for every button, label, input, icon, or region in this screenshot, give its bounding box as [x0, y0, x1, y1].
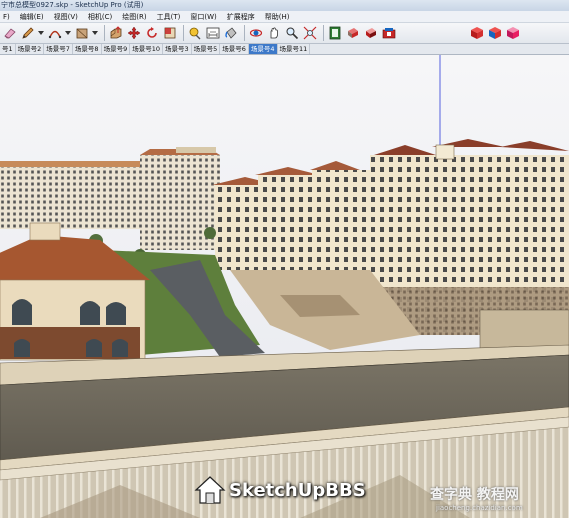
section-pink-icon[interactable] — [505, 26, 520, 41]
pencil-dropdown-icon[interactable] — [38, 26, 44, 41]
components-icon[interactable] — [327, 26, 342, 41]
shape-icon[interactable] — [74, 26, 89, 41]
tab-scene-10[interactable]: 场景号10 — [130, 44, 163, 54]
menu-file[interactable]: F) — [3, 11, 10, 23]
paint-bucket-icon[interactable] — [223, 26, 238, 41]
model-viewport[interactable] — [0, 55, 569, 518]
dimension-icon[interactable] — [205, 26, 220, 41]
rotate-icon[interactable] — [144, 26, 159, 41]
zoom-extents-icon[interactable] — [302, 26, 317, 41]
warehouse-icon[interactable] — [381, 26, 396, 41]
orbit-icon[interactable] — [248, 26, 263, 41]
tab-scene-6[interactable]: 场景号6 — [220, 44, 249, 54]
eraser-icon[interactable] — [2, 26, 17, 41]
watermark-site-url: jiaocheng.chazidian.com — [436, 504, 523, 512]
toolbar-separator — [323, 25, 324, 41]
toolbar-separator — [244, 25, 245, 41]
toolbar-separator — [183, 25, 184, 41]
model-render — [0, 55, 569, 518]
tab-scene-7[interactable]: 场景号7 — [44, 44, 73, 54]
tab-scene-1[interactable]: 号1 — [0, 44, 16, 54]
section-blue-icon[interactable] — [487, 26, 502, 41]
chazidian-watermark: 查字典 教程网 jiaocheng.chazidian.com — [430, 484, 560, 514]
menu-tools[interactable]: 工具(T) — [157, 11, 181, 23]
menu-extensions[interactable]: 扩展程序 — [227, 11, 255, 23]
styles-icon[interactable] — [363, 26, 378, 41]
tab-scene-11[interactable]: 场景号11 — [278, 44, 311, 54]
window-title: 宁市总模型0927.skp - SketchUp Pro (试用) — [1, 1, 144, 9]
watermark-site-name: 查字典 教程网 — [430, 487, 519, 503]
materials-icon[interactable] — [345, 26, 360, 41]
tape-measure-icon[interactable] — [187, 26, 202, 41]
pencil-icon[interactable] — [20, 26, 35, 41]
tab-scene-9[interactable]: 场景号9 — [102, 44, 131, 54]
pan-icon[interactable] — [266, 26, 281, 41]
shape-dropdown-icon[interactable] — [92, 26, 98, 41]
arc-dropdown-icon[interactable] — [65, 26, 71, 41]
window-title-bar: 宁市总模型0927.skp - SketchUp Pro (试用) — [0, 0, 569, 11]
tab-scene-2[interactable]: 场景号2 — [16, 44, 45, 54]
sketchupbbs-watermark: SketchUpBBS — [193, 472, 383, 508]
menu-window[interactable]: 窗口(W) — [190, 11, 216, 23]
watermark-text: SketchUpBBS — [229, 479, 366, 501]
menu-bar: F) 编辑(E) 视图(V) 相机(C) 绘图(R) 工具(T) 窗口(W) 扩… — [0, 11, 569, 23]
toolbar-separator — [104, 25, 105, 41]
menu-help[interactable]: 帮助(H) — [265, 11, 290, 23]
arc-icon[interactable] — [47, 26, 62, 41]
tab-scene-5[interactable]: 场景号5 — [192, 44, 221, 54]
menu-camera[interactable]: 相机(C) — [88, 11, 112, 23]
pushpull-icon[interactable] — [108, 26, 123, 41]
scale-icon[interactable] — [162, 26, 177, 41]
menu-edit[interactable]: 编辑(E) — [20, 11, 44, 23]
zoom-icon[interactable] — [284, 26, 299, 41]
section-red-icon[interactable] — [469, 26, 484, 41]
menu-draw[interactable]: 绘图(R) — [122, 11, 146, 23]
tab-scene-8[interactable]: 场景号8 — [73, 44, 102, 54]
tab-scene-4[interactable]: 场景号4 — [248, 44, 278, 54]
move-icon[interactable] — [126, 26, 141, 41]
menu-view[interactable]: 视图(V) — [54, 11, 78, 23]
main-toolbar — [0, 23, 569, 44]
tab-scene-3[interactable]: 场景号3 — [163, 44, 192, 54]
scene-tabs-bar: 号1 场景号2 场景号7 场景号8 场景号9 场景号10 场景号3 场景号5 场… — [0, 44, 569, 55]
house-logo-icon — [194, 476, 226, 504]
